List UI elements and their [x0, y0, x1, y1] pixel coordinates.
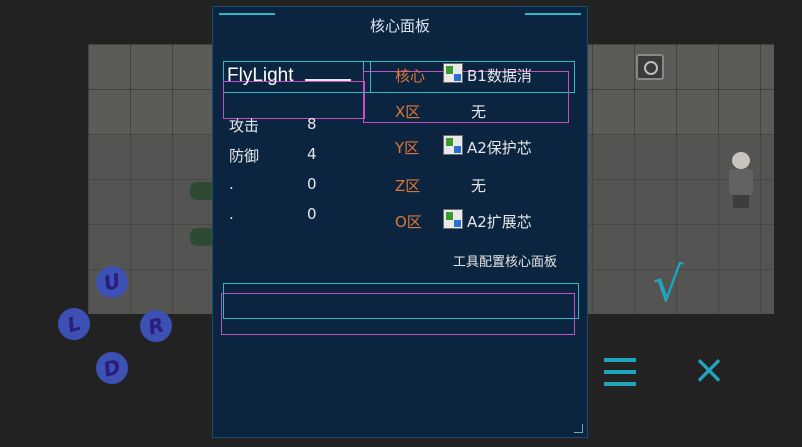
stat-label-attack: 攻击: [229, 117, 260, 135]
slot-item-z[interactable]: 无: [471, 175, 486, 196]
tool-slot-frame-secondary: [221, 293, 575, 335]
slot-key-z[interactable]: Z区: [395, 175, 420, 196]
close-button[interactable]: ×: [690, 348, 728, 392]
chip-icon: [443, 135, 463, 155]
panel-title: 核心面板: [369, 17, 430, 35]
slot-key-core[interactable]: 核心: [395, 65, 425, 86]
slot-item-x[interactable]: 无: [471, 101, 486, 122]
npc-legs: [733, 195, 749, 208]
slot-key-y[interactable]: Y区: [395, 137, 419, 158]
chip-icon: [443, 63, 463, 83]
slot-item-core[interactable]: B1数据消: [467, 65, 532, 86]
slot-item-o[interactable]: A2扩展芯: [467, 211, 532, 232]
slot-key-x[interactable]: X区: [395, 101, 420, 122]
npc-body: [729, 169, 753, 195]
core-slot-frame-secondary: [363, 71, 569, 123]
stat-value-3: 0: [307, 175, 317, 193]
stat-label-4: .: [229, 205, 234, 223]
stat-label-3: .: [229, 175, 234, 193]
npc-character[interactable]: [726, 152, 756, 208]
stat-value-attack: 8: [307, 115, 317, 133]
chip-icon: [443, 209, 463, 229]
hero-name-divider: [305, 79, 351, 81]
confirm-button[interactable]: √: [646, 256, 690, 314]
stat-label-defense: 防御: [229, 147, 260, 165]
core-panel: 核心面板 FlyLight 攻击 8 防御 4 . 0 . 0 核心 B1数据消…: [212, 6, 588, 438]
slot-key-o[interactable]: O区: [395, 211, 422, 232]
menu-icon[interactable]: [604, 358, 636, 386]
hero-name: FlyLight: [227, 65, 294, 86]
stat-value-4: 0: [307, 205, 317, 223]
tool-config-link[interactable]: 工具配置核心面板: [453, 251, 557, 270]
stat-value-defense: 4: [307, 145, 317, 163]
wall-fan-icon: [636, 54, 664, 80]
npc-head: [732, 152, 750, 169]
slot-item-y[interactable]: A2保护芯: [467, 137, 532, 158]
